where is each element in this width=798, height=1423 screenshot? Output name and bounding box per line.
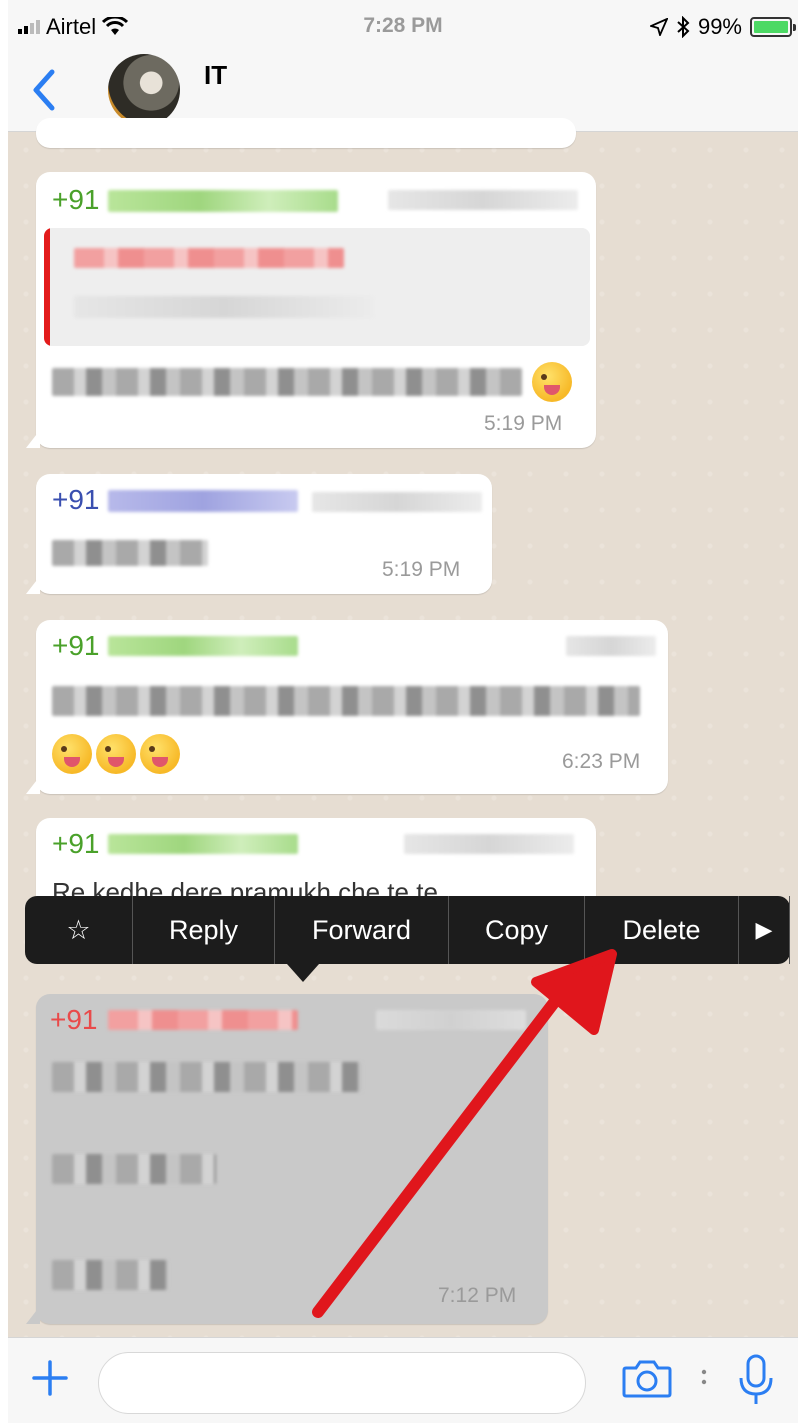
sender-name-redacted bbox=[108, 834, 298, 854]
message-text-redacted bbox=[52, 540, 208, 566]
bluetooth-icon bbox=[677, 16, 690, 38]
sender-number[interactable]: +91 bbox=[52, 630, 100, 662]
back-chevron-icon[interactable] bbox=[26, 66, 62, 114]
message-input[interactable] bbox=[98, 1352, 586, 1414]
message-text-redacted bbox=[52, 686, 640, 716]
sender-alias-redacted bbox=[312, 492, 482, 512]
menu-pointer bbox=[287, 964, 319, 982]
message-text-redacted bbox=[52, 1260, 168, 1290]
message-time: 5:19 PM bbox=[484, 412, 563, 435]
quoted-message[interactable] bbox=[44, 228, 590, 346]
message-text-partial: Re kedhe dere pramukh che te te bbox=[52, 877, 438, 896]
sender-name-redacted bbox=[108, 490, 298, 512]
message-context-menu: ☆ Reply Forward Copy Delete ▶ bbox=[25, 896, 790, 982]
sender-name-redacted bbox=[108, 636, 298, 656]
sender-alias-redacted bbox=[566, 636, 656, 656]
sender-name-redacted bbox=[108, 190, 338, 212]
plus-icon[interactable] bbox=[30, 1358, 70, 1398]
sender-number[interactable]: +91 bbox=[52, 484, 100, 516]
battery-percent: 99% bbox=[697, 14, 742, 39]
sender-alias-redacted bbox=[404, 834, 574, 854]
status-bar: Airtel 7:28 PM 99% bbox=[8, 0, 798, 52]
more-menu-arrow[interactable]: ▶ bbox=[739, 896, 790, 964]
message-bubble[interactable]: +91 5:19 PM bbox=[26, 172, 596, 448]
forward-menu-item[interactable]: Forward bbox=[275, 896, 449, 964]
delete-menu-item[interactable]: Delete bbox=[585, 896, 739, 964]
message-time: 6:23 PM bbox=[562, 750, 641, 773]
divider-dots-icon bbox=[701, 1369, 707, 1385]
location-icon bbox=[649, 18, 668, 36]
sender-alias-redacted bbox=[388, 190, 578, 210]
message-text-redacted bbox=[52, 1154, 216, 1184]
copy-menu-item[interactable]: Copy bbox=[449, 896, 585, 964]
quote-accent-bar bbox=[44, 228, 50, 346]
sender-number[interactable]: +91 bbox=[52, 184, 100, 216]
sender-number[interactable]: +91 bbox=[52, 828, 100, 860]
squint-tongue-emoji-icon bbox=[140, 734, 180, 774]
tongue-emoji-icon bbox=[52, 734, 92, 774]
chat-title[interactable]: IT bbox=[204, 60, 227, 91]
message-text-redacted bbox=[52, 368, 522, 396]
quoted-sender-redacted bbox=[74, 248, 344, 268]
star-icon: ☆ bbox=[66, 914, 91, 945]
sender-alias-redacted bbox=[376, 1010, 526, 1030]
chat-background: +91 5:19 PM +91 5:19 PM +91 6:23 PM +91 … bbox=[8, 118, 798, 1337]
triangle-right-icon: ▶ bbox=[755, 917, 773, 942]
message-bubble-partial[interactable] bbox=[36, 118, 576, 148]
wink-tongue-emoji-icon bbox=[96, 734, 136, 774]
star-menu-item[interactable]: ☆ bbox=[25, 896, 133, 964]
message-input-bar bbox=[8, 1337, 798, 1423]
chat-screen: Airtel 7:28 PM 99% IT +91 5:19 PM +91 5:… bbox=[8, 0, 798, 1423]
sender-name-redacted bbox=[108, 1010, 298, 1030]
battery-icon bbox=[750, 17, 796, 37]
microphone-icon[interactable] bbox=[734, 1350, 778, 1410]
reply-menu-item[interactable]: Reply bbox=[133, 896, 275, 964]
wink-tongue-emoji-icon bbox=[532, 362, 572, 402]
status-right: 99% bbox=[649, 14, 796, 40]
quoted-text-redacted bbox=[74, 296, 374, 318]
message-text-redacted bbox=[52, 1062, 362, 1092]
camera-icon[interactable] bbox=[620, 1354, 674, 1402]
message-bubble[interactable]: +91 6:23 PM bbox=[26, 620, 668, 794]
message-time: 7:12 PM bbox=[438, 1284, 517, 1307]
message-time: 5:19 PM bbox=[382, 558, 461, 581]
message-bubble[interactable]: +91 5:19 PM bbox=[26, 474, 492, 594]
selected-message-bubble[interactable]: +91 7:12 PM bbox=[26, 994, 548, 1324]
sender-number[interactable]: +91 bbox=[50, 1004, 98, 1036]
group-avatar[interactable] bbox=[108, 54, 180, 126]
